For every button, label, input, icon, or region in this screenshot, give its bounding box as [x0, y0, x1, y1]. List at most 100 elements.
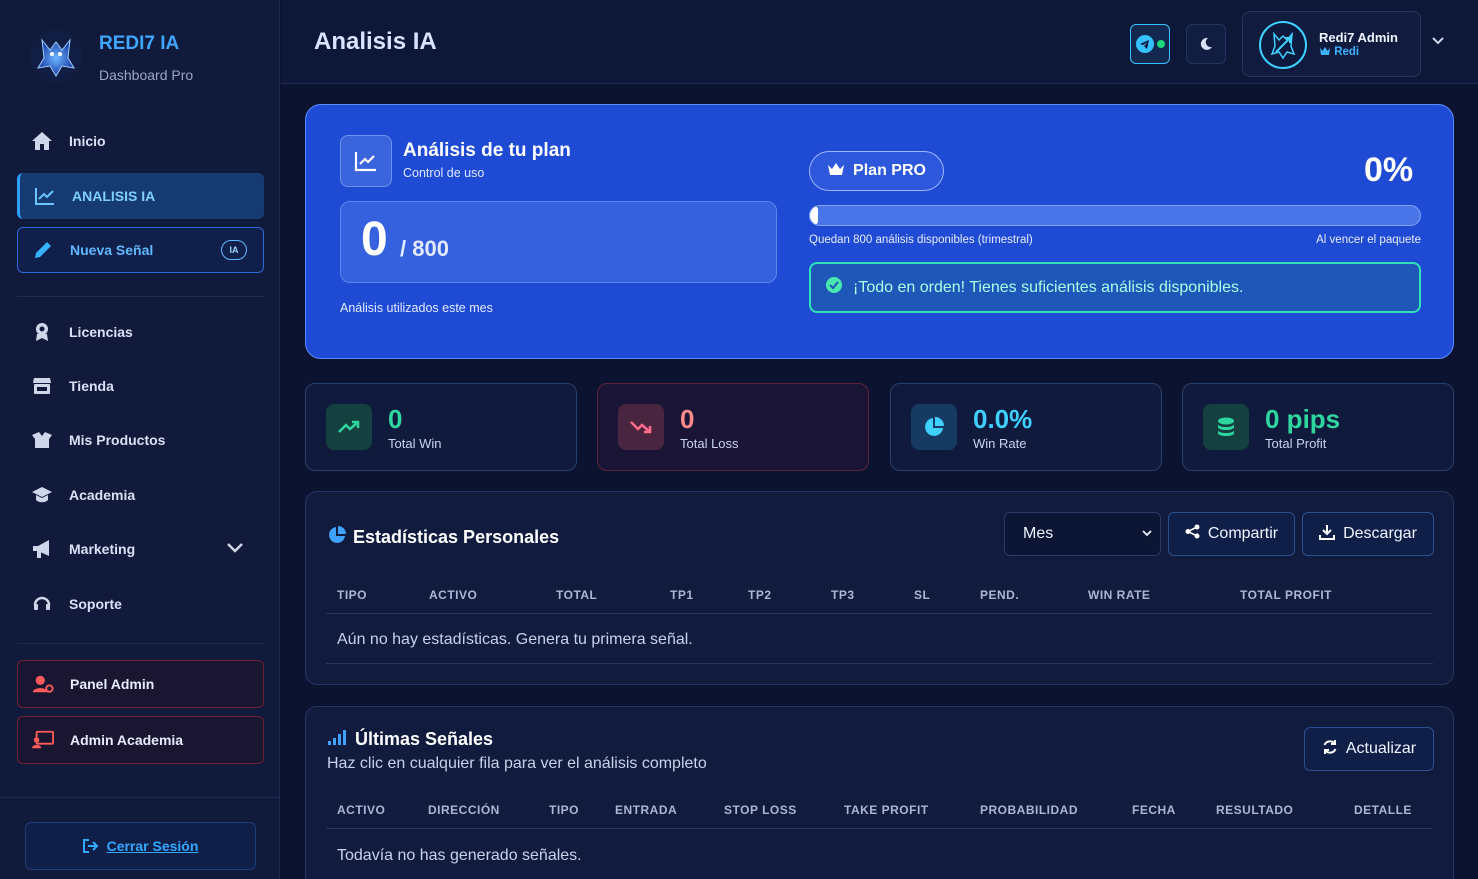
- stat-label: Total Win: [388, 436, 442, 451]
- logout-label: Cerrar Sesión: [106, 838, 199, 854]
- sidebar-item-label: Nueva Señal: [70, 242, 154, 258]
- sidebar-divider: [17, 296, 264, 297]
- topbar: Analisis IA Redi7 Admin Redi: [281, 0, 1478, 84]
- chalkboard-teacher-icon: [32, 729, 54, 751]
- home-icon: [31, 130, 53, 152]
- column-header: TOTAL PROFIT: [1240, 588, 1332, 602]
- column-header: TP3: [831, 588, 855, 602]
- user-menu[interactable]: Redi7 Admin Redi: [1242, 11, 1421, 77]
- box-open-icon: [31, 429, 53, 451]
- usage-progress-bar: [809, 205, 1421, 226]
- sidebar-item-mis-productos[interactable]: Mis Productos: [17, 417, 264, 463]
- column-header: PROBABILIDAD: [980, 803, 1078, 817]
- stat-card-total-win: 0 Total Win: [305, 383, 577, 471]
- sidebar-item-label: Marketing: [69, 541, 136, 557]
- sidebar-item-analisis-ia[interactable]: ANALISIS IA: [17, 173, 264, 219]
- column-header: DIRECCIÓN: [428, 803, 500, 817]
- brand-title: REDI7 IA: [99, 33, 180, 54]
- user-cog-icon: [32, 673, 54, 695]
- online-status-dot: [1157, 40, 1165, 48]
- share-icon: [1185, 524, 1200, 544]
- sidebar-item-label: Inicio: [69, 133, 106, 149]
- theme-toggle-button[interactable]: [1186, 24, 1226, 64]
- column-header: TOTAL: [556, 588, 598, 602]
- remaining-analyses: Quedan 800 análisis disponibles (trimest…: [809, 234, 1033, 246]
- sidebar-item-label: Academia: [69, 487, 136, 503]
- user-role: Redi: [1319, 46, 1359, 58]
- sidebar-item-marketing[interactable]: Marketing: [17, 526, 264, 572]
- stat-label: Total Loss: [680, 436, 739, 451]
- column-header: ACTIVO: [429, 588, 478, 602]
- column-header: ENTRADA: [615, 803, 678, 817]
- empty-state-text: Todavía no has generado señales.: [337, 847, 582, 864]
- row-divider: [326, 663, 1433, 664]
- sidebar: REDI7 IA Dashboard Pro Inicio ANALISIS I…: [0, 0, 280, 879]
- sidebar-item-soporte[interactable]: Soporte: [17, 581, 264, 627]
- usage-caption: Análisis utilizados este mes: [340, 301, 493, 315]
- column-header: SL: [914, 588, 931, 602]
- pie-chart-icon: [911, 404, 957, 450]
- sidebar-divider: [17, 643, 264, 644]
- column-header: TIPO: [549, 803, 580, 817]
- status-alert: ¡Todo en orden! Tienes suficientes análi…: [809, 262, 1421, 313]
- sidebar-item-nueva-senal[interactable]: Nueva Señal IA: [17, 227, 264, 273]
- chevron-down-icon[interactable]: [1431, 33, 1445, 51]
- download-button[interactable]: Descargar: [1302, 512, 1434, 556]
- sidebar-item-label: Licencias: [69, 324, 133, 340]
- chart-line-icon: [34, 185, 56, 207]
- period-select[interactable]: Mes: [1004, 512, 1161, 556]
- crown-icon: [827, 162, 845, 181]
- sidebar-item-licencias[interactable]: Licencias: [17, 309, 264, 355]
- ia-badge: IA: [221, 240, 247, 260]
- crown-icon: [1320, 47, 1330, 55]
- sidebar-item-academia[interactable]: Academia: [17, 472, 264, 518]
- usage-total: / 800: [400, 236, 449, 261]
- sidebar-item-tienda[interactable]: Tienda: [17, 363, 264, 409]
- telegram-button[interactable]: [1130, 24, 1170, 64]
- usage-counter: 0 / 800: [340, 201, 777, 283]
- brand-subtitle: Dashboard Pro: [99, 67, 194, 83]
- logout-button[interactable]: Cerrar Sesión: [25, 822, 256, 870]
- brand[interactable]: REDI7 IA Dashboard Pro: [28, 28, 193, 84]
- plan-usage-card: Análisis de tu plan Control de uso 0 / 8…: [305, 104, 1454, 359]
- sidebar-item-admin-academia[interactable]: Admin Academia: [17, 716, 264, 764]
- column-header: TP2: [748, 588, 772, 602]
- empty-state-text: Aún no hay estadísticas. Genera tu prime…: [337, 631, 693, 648]
- column-header: WIN RATE: [1088, 588, 1151, 602]
- sidebar-item-inicio[interactable]: Inicio: [17, 118, 264, 164]
- column-header: STOP LOSS: [724, 803, 797, 817]
- chevron-down-icon: [1142, 528, 1152, 540]
- panel-title: Estadísticas Personales: [327, 525, 559, 550]
- chevron-down-icon[interactable]: [226, 541, 244, 557]
- avatar-logo-icon: [1270, 31, 1296, 60]
- column-header: FECHA: [1132, 803, 1176, 817]
- latest-signals-panel: Últimas Señales Haz clic en cualquier fi…: [305, 706, 1454, 879]
- stat-label: Win Rate: [973, 436, 1027, 451]
- panel-title: Últimas Señales: [327, 728, 493, 751]
- telegram-icon: [1136, 35, 1154, 53]
- sidebar-item-label: Panel Admin: [70, 676, 155, 692]
- user-name: Redi7 Admin: [1319, 30, 1398, 45]
- trend-up-icon: [326, 404, 372, 450]
- plan-subtitle: Control de uso: [403, 166, 485, 180]
- column-header: PEND.: [980, 588, 1020, 602]
- refresh-button[interactable]: Actualizar: [1304, 727, 1434, 771]
- status-alert-text: ¡Todo en orden! Tienes suficientes análi…: [853, 278, 1244, 296]
- column-header: TP1: [670, 588, 694, 602]
- stat-label: Total Profit: [1265, 436, 1327, 451]
- stat-value: 0 pips: [1265, 404, 1341, 434]
- column-header: TAKE PROFIT: [844, 803, 929, 817]
- sidebar-item-label: Tienda: [69, 378, 114, 394]
- trend-down-icon: [618, 404, 664, 450]
- coins-icon: [1203, 404, 1249, 450]
- logout-icon: [82, 839, 99, 853]
- personal-stats-panel: Estadísticas Personales Mes Compartir De…: [305, 491, 1454, 685]
- sidebar-item-panel-admin[interactable]: Panel Admin: [17, 660, 264, 708]
- stat-value: 0: [680, 404, 695, 434]
- download-icon: [1319, 524, 1336, 545]
- store-icon: [31, 375, 53, 397]
- share-button[interactable]: Compartir: [1168, 512, 1295, 556]
- column-header: DETALLE: [1354, 803, 1412, 817]
- headset-icon: [31, 593, 53, 615]
- check-circle-icon: [825, 276, 843, 299]
